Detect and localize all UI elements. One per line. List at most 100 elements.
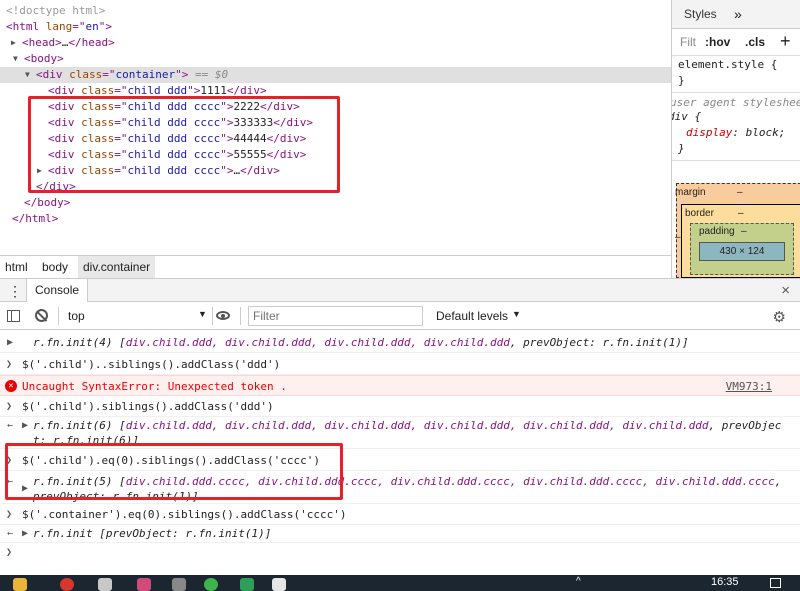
margin-left-value: – — [675, 232, 681, 243]
dom-token: == $0 — [188, 68, 229, 81]
box-model-padding[interactable]: padding – 430 × 124 — [690, 223, 794, 275]
border-top-value: – — [738, 208, 744, 219]
ua-close-brace: } — [678, 142, 685, 155]
prompt-chevron-icon: ❯ — [6, 547, 13, 558]
styles-filter-bar: Filt :hov .cls + — [672, 29, 800, 56]
dom-token: </body> — [24, 196, 71, 209]
dom-token: =" — [102, 68, 116, 81]
dom-token: </head> — [68, 36, 115, 49]
divider — [672, 160, 800, 161]
more-tabs-icon[interactable]: » — [734, 0, 742, 29]
dom-token: lang — [45, 20, 73, 33]
styles-panel: Styles » Filt :hov .cls + element.style … — [671, 0, 800, 278]
taskbar: ^ 16:35 — [0, 575, 800, 591]
box-model-margin[interactable]: margin – – border – padding – 430 × 124 — [675, 183, 800, 278]
dom-token: <!doctype html> — [6, 4, 106, 17]
app-icon[interactable] — [98, 578, 112, 591]
editor-app-icon[interactable] — [240, 578, 254, 591]
breadcrumb: html body div.container — [0, 255, 671, 278]
eye-icon[interactable] — [216, 311, 230, 320]
tab-styles[interactable]: Styles — [684, 0, 717, 29]
expand-triangle-icon[interactable]: ▶ — [22, 526, 28, 541]
breadcrumb-div-container[interactable]: div.container — [78, 256, 156, 278]
dom-token: =" — [72, 20, 86, 33]
console-input-8: ❯ $('.container').eq(0).siblings().addCl… — [0, 505, 800, 525]
dom-token: <head> — [22, 36, 62, 49]
clear-console-icon[interactable] — [35, 309, 48, 322]
console-output-1: ▶ r.fn.init(4) [div.child.ddd, div.child… — [0, 333, 800, 353]
console-filter-input[interactable] — [248, 306, 423, 326]
notification-icon[interactable] — [770, 578, 781, 588]
toolbar-separator — [240, 307, 241, 325]
dom-token: <html — [6, 20, 46, 33]
context-selector[interactable]: top — [68, 309, 85, 323]
expand-triangle-icon[interactable]: ▶ — [22, 418, 28, 433]
dom-token: "> — [175, 68, 189, 81]
return-arrow-icon: ← — [7, 528, 14, 539]
ua-stylesheet-label: user agent stylesheet — [671, 96, 800, 109]
collapse-triangle-icon[interactable]: ▼ — [25, 67, 35, 83]
styles-filter-input[interactable]: Filt — [680, 35, 696, 49]
source-link[interactable]: VM973:1 — [726, 379, 772, 394]
element-style-selector: element.style { — [678, 58, 778, 71]
log-levels-dropdown[interactable]: Default levels — [436, 309, 508, 323]
border-label: border — [685, 208, 714, 219]
box-model-border[interactable]: border – padding – 430 × 124 — [681, 204, 800, 278]
close-brace: } — [678, 74, 685, 87]
expand-triangle-icon[interactable]: ▶ — [7, 335, 13, 350]
console-input-4: ❯ $('.child').siblings().addClass('ddd') — [0, 396, 800, 417]
styles-tab-bar: Styles » — [672, 0, 800, 29]
ua-selector: div { — [671, 110, 702, 123]
console-prompt[interactable]: ❯ — [0, 543, 800, 563]
error-icon: ✕ — [5, 380, 17, 392]
dom-token: class — [69, 68, 103, 81]
levels-dropdown-icon[interactable]: ▼ — [512, 309, 521, 319]
drawer-menu-icon[interactable]: ⋮ — [8, 283, 22, 300]
chat-app-icon[interactable] — [204, 578, 218, 591]
toolbar-separator — [58, 307, 59, 325]
margin-label: margin — [675, 187, 706, 198]
console-toolbar: top ▼ Default levels ▼ ⚙ — [0, 302, 800, 330]
expand-triangle-icon[interactable]: ▶ — [11, 35, 21, 51]
close-drawer-icon[interactable]: × — [781, 282, 790, 299]
highlight-box-elements — [28, 96, 340, 193]
ua-declaration: display: block; — [686, 126, 786, 139]
tab-console[interactable]: Console — [26, 279, 89, 302]
cls-button[interactable]: .cls — [745, 35, 765, 49]
margin-top-value: – — [737, 187, 743, 198]
input-chevron-icon: ❯ — [6, 509, 13, 520]
file-explorer-icon[interactable] — [13, 578, 27, 591]
return-arrow-icon: ← — [7, 420, 14, 431]
padding-label: padding — [699, 226, 735, 237]
new-rule-icon[interactable]: + — [780, 31, 791, 52]
dom-token: en — [85, 20, 99, 33]
notes-app-icon[interactable] — [272, 578, 286, 591]
dom-token: "> — [98, 20, 112, 33]
highlight-box-console — [5, 443, 343, 500]
padding-top-value: – — [741, 226, 747, 237]
input-chevron-icon: ❯ — [6, 359, 13, 370]
box-model-content[interactable]: 430 × 124 — [699, 242, 785, 261]
dom-node-selected[interactable]: ▼ <div class="container"> == $0 — [0, 67, 671, 83]
console-settings-icon[interactable]: ⚙ — [773, 308, 786, 326]
show-sidebar-icon[interactable] — [7, 310, 20, 322]
hov-button[interactable]: :hov — [705, 35, 730, 49]
collapse-triangle-icon[interactable]: ▼ — [13, 51, 23, 67]
chrome-icon[interactable] — [60, 578, 74, 591]
console-output-9: ← ▶ r.fn.init [prevObject: r.fn.init(1)] — [0, 525, 800, 543]
dom-token: <div — [36, 68, 70, 81]
tray-up-icon[interactable]: ^ — [576, 576, 581, 587]
breadcrumb-body[interactable]: body — [37, 256, 73, 278]
pencil-app-icon[interactable] — [137, 578, 151, 591]
input-chevron-icon: ❯ — [6, 401, 13, 412]
tools-app-icon[interactable] — [172, 578, 186, 591]
drawer-tab-bar: ⋮ Console × — [0, 278, 800, 302]
dom-token: </html> — [12, 212, 59, 225]
dom-token: <body> — [24, 52, 64, 65]
context-dropdown-icon[interactable]: ▼ — [198, 309, 207, 319]
dom-token: container — [115, 68, 176, 81]
toolbar-separator — [212, 307, 213, 325]
breadcrumb-html[interactable]: html — [0, 256, 33, 278]
clock-time[interactable]: 16:35 — [711, 576, 739, 588]
console-error: ✕ Uncaught SyntaxError: Unexpected token… — [0, 375, 800, 396]
